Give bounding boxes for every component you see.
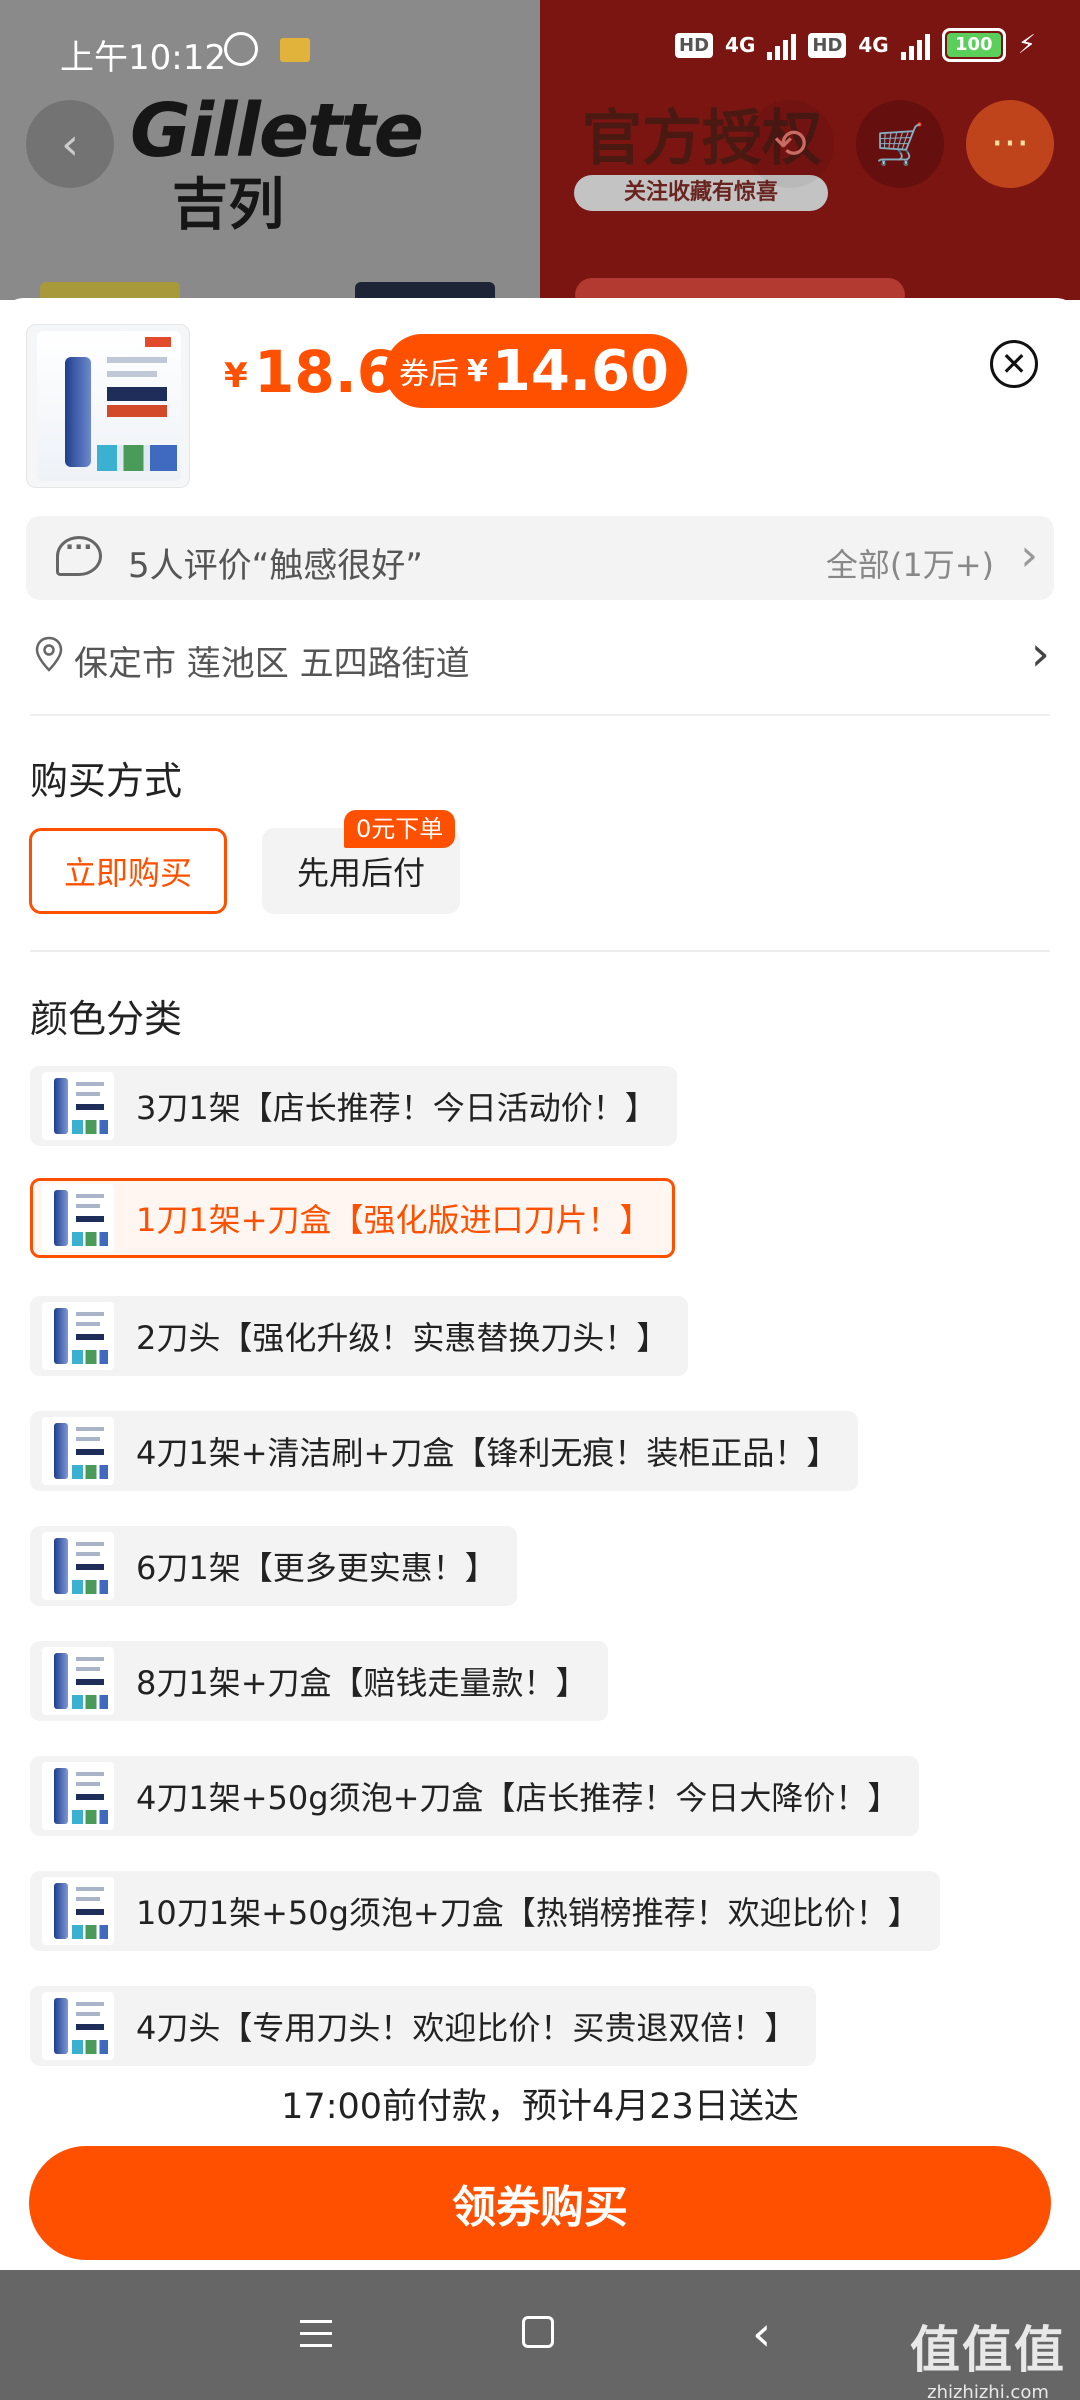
network-label: 4G — [858, 33, 889, 57]
cart-icon[interactable]: 🛒 — [856, 100, 944, 188]
sku-thumbnail — [42, 1417, 114, 1485]
delivery-estimate: 17:00前付款，预计4月23日送达 — [281, 2087, 799, 2127]
sku-option[interactable]: 8刀1架+刀盒【赔钱走量款！】 — [30, 1641, 608, 1721]
divider — [30, 714, 1050, 716]
hd-badge: HD — [675, 32, 714, 58]
sku-label: 2刀头【强化升级！实惠替换刀头！】 — [136, 1319, 669, 1357]
sku-label: 4刀头【专用刀头！欢迎比价！买贵退双倍！】 — [136, 2009, 797, 2047]
address-text: 保定市 莲池区 五四路街道 — [74, 644, 470, 684]
review-summary: 5人评价“触感很好” — [128, 546, 423, 586]
address-row[interactable]: 保定市 莲池区 五四路街道 › — [26, 620, 1054, 700]
sku-label: 10刀1架+50g须泡+刀盒【热销榜推荐！欢迎比价！】 — [136, 1894, 920, 1932]
watermark: 值值值 zhizhizhi.com — [910, 2310, 1066, 2400]
status-indicators: HD 4G HD 4G 100 ⚡ — [675, 28, 1036, 62]
sku-thumbnail — [42, 1072, 114, 1140]
alarm-icon — [224, 32, 258, 66]
image-text-line — [107, 371, 157, 377]
watermark-main: 值值值 — [910, 2321, 1066, 2379]
chevron-right-icon: › — [1020, 530, 1038, 581]
signal-icon — [767, 30, 797, 60]
review-bar[interactable]: 5人评价“触感很好” 全部(1万+) › — [26, 516, 1054, 600]
coupon-price-badge: 券后 ¥ 14.60 — [385, 334, 688, 408]
image-subtitle — [107, 405, 167, 417]
charging-icon: ⚡ — [1017, 30, 1036, 60]
claim-coupon-buy-button[interactable]: 领券购买 — [29, 2146, 1051, 2260]
status-time: 上午10:12 — [60, 38, 226, 78]
product-image — [37, 331, 181, 481]
coupon-price: 14.60 — [491, 338, 670, 404]
chevron-right-icon: › — [1030, 626, 1050, 682]
price-currency: ¥ — [224, 356, 248, 396]
image-title — [107, 387, 167, 401]
image-blocks — [97, 445, 177, 471]
sku-option[interactable]: 4刀1架+50g须泡+刀盒【店长推荐！今日大降价！】 — [30, 1756, 920, 1836]
location-pin-icon — [35, 636, 63, 672]
sku-thumbnail — [42, 1647, 114, 1715]
coupon-currency: ¥ — [467, 353, 488, 389]
image-text-line — [107, 357, 167, 363]
sku-option-selected[interactable]: 1刀1架+刀盒【强化版进口刀片！】 — [30, 1178, 675, 1258]
chat-icon — [56, 533, 102, 576]
color-category-title: 颜色分类 — [30, 997, 183, 1041]
sku-option[interactable]: 3刀1架【店长推荐！今日活动价！】 — [30, 1066, 677, 1146]
home-icon[interactable] — [522, 2316, 554, 2348]
razor-graphic — [65, 357, 91, 467]
product-thumbnail[interactable] — [26, 324, 190, 488]
sku-thumbnail — [42, 1302, 114, 1370]
system-nav-bar: ‹ 值值值 zhizhizhi.com — [0, 2270, 1080, 2400]
sku-thumbnail — [42, 1762, 114, 1830]
hd-badge: HD — [808, 32, 847, 58]
zero-order-badge: 0元下单 — [344, 810, 456, 848]
more-icon[interactable]: ··· — [966, 100, 1054, 188]
battery-icon: 100 — [941, 28, 1006, 62]
sku-option[interactable]: 4刀1架+清洁刷+刀盒【锋利无痕！装柜正品！】 — [30, 1411, 859, 1491]
nav-back-icon[interactable]: ‹ — [752, 2306, 771, 2362]
sku-list: 3刀1架【店长推荐！今日活动价！】 1刀1架+刀盒【强化版进口刀片！】 2刀头【… — [30, 1066, 1050, 2068]
share-icon[interactable]: ⟲ — [746, 100, 834, 188]
close-icon[interactable]: ✕ — [990, 340, 1038, 388]
sku-thumbnail — [42, 1877, 114, 1945]
sku-label: 3刀1架【店长推荐！今日活动价！】 — [136, 1089, 657, 1127]
background-page: Gillette 吉列 官方授权 关注收藏有惊喜 上午10:12 HD 4G H… — [0, 0, 1080, 300]
bg-chip — [575, 278, 905, 300]
sku-option[interactable]: 6刀1架【更多更实惠！】 — [30, 1526, 517, 1606]
battery-level: 100 — [946, 33, 1001, 57]
status-bar: 上午10:12 HD 4G HD 4G 100 ⚡ — [0, 0, 1080, 100]
sku-label: 4刀1架+50g须泡+刀盒【店长推荐！今日大降价！】 — [136, 1779, 900, 1817]
price: 18.6 — [254, 338, 398, 406]
back-arrow-icon[interactable]: ‹ — [26, 100, 114, 188]
image-tag — [145, 337, 171, 347]
network-label: 4G — [725, 33, 756, 57]
sku-label: 4刀1架+清洁刷+刀盒【锋利无痕！装柜正品！】 — [136, 1434, 839, 1472]
sku-option[interactable]: 2刀头【强化升级！实惠替换刀头！】 — [30, 1296, 689, 1376]
watermark-sub: zhizhizhi.com — [927, 2382, 1049, 2400]
purchase-method-title: 购买方式 — [30, 759, 183, 803]
sku-sheet: ¥ 18.6 券后 ¥ 14.60 ✕ 5人评价“触感很好” 全部(1万+) ›… — [0, 298, 1080, 2270]
sku-thumbnail — [42, 1992, 114, 2060]
sku-option[interactable]: 4刀头【专用刀头！欢迎比价！买贵退双倍！】 — [30, 1986, 817, 2066]
sku-thumbnail — [42, 1184, 114, 1252]
signal-icon — [900, 30, 930, 60]
sku-label: 1刀1架+刀盒【强化版进口刀片！】 — [136, 1201, 652, 1239]
sku-label: 8刀1架+刀盒【赔钱走量款！】 — [136, 1664, 588, 1702]
coupon-label: 券后 — [399, 357, 459, 392]
brand-logo-cn: 吉列 — [172, 173, 284, 238]
message-icon — [280, 38, 310, 62]
divider — [30, 950, 1050, 952]
sku-option[interactable]: 10刀1架+50g须泡+刀盒【热销榜推荐！欢迎比价！】 — [30, 1871, 940, 1951]
review-all-link[interactable]: 全部(1万+) — [826, 540, 994, 586]
sku-thumbnail — [42, 1532, 114, 1600]
menu-icon[interactable] — [300, 2320, 332, 2348]
buy-now-option[interactable]: 立即购买 — [29, 828, 227, 914]
sku-label: 6刀1架【更多更实惠！】 — [136, 1549, 497, 1587]
